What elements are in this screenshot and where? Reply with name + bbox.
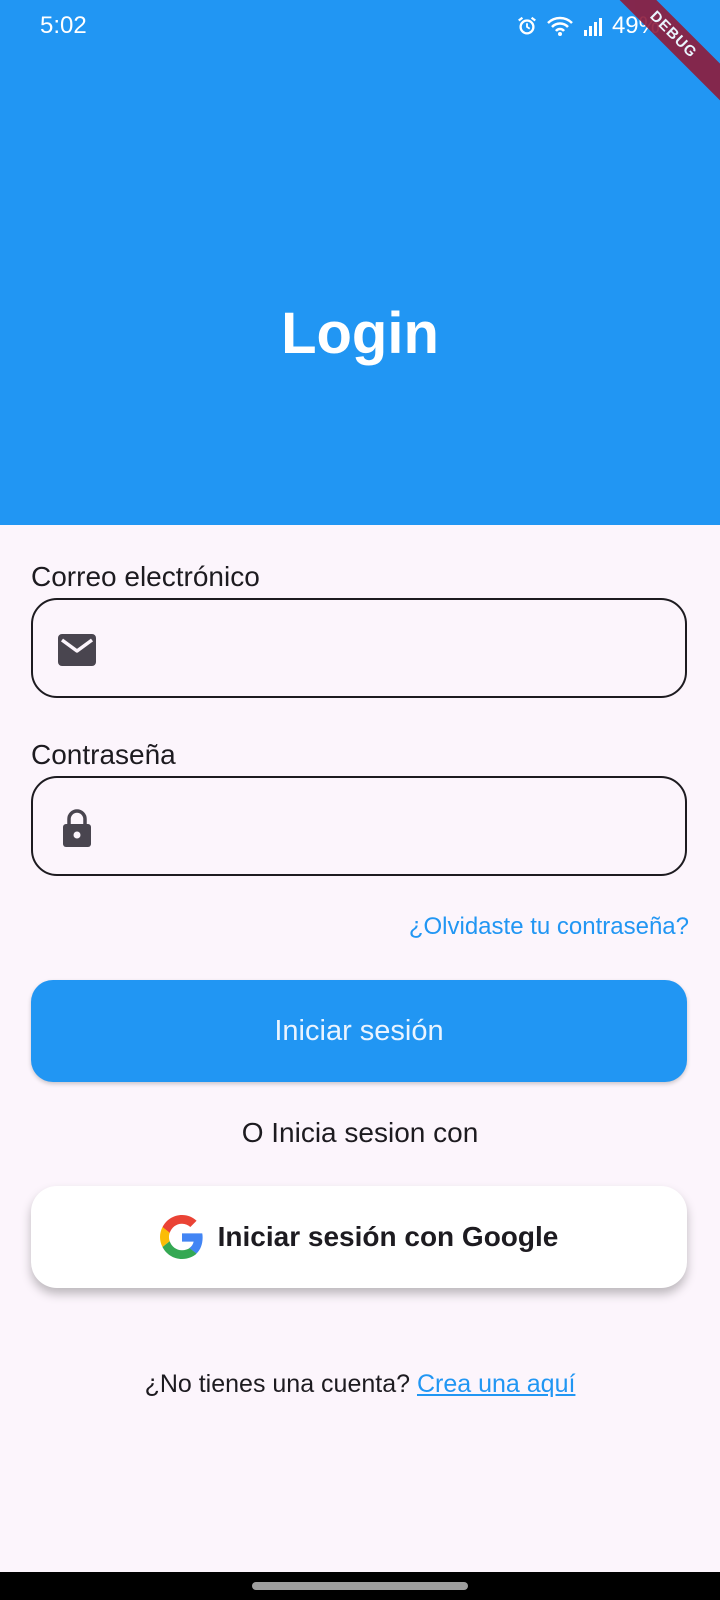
alarm-icon (518, 16, 536, 35)
divider-text: O Inicia sesion con (241, 1117, 479, 1148)
email-label: Correo electrónico (31, 561, 260, 592)
google-signin-button[interactable]: Iniciar sesión con Google (31, 1186, 687, 1288)
google-logo-icon (159, 1215, 203, 1259)
signup-link[interactable]: Crea una aquí (417, 1370, 575, 1398)
signup-prompt: ¿No tienes una cuenta? Crea una aquí (0, 1370, 720, 1399)
header: 5:02 49% Login (0, 0, 720, 525)
password-label: Contraseña (31, 739, 176, 770)
google-signin-label: Iniciar sesión con Google (217, 1221, 559, 1252)
signal-icon (583, 18, 602, 36)
signup-text: ¿No tienes una cuenta? (144, 1370, 411, 1398)
wifi-icon (547, 16, 573, 36)
login-button[interactable]: Iniciar sesión (31, 980, 687, 1082)
status-time: 5:02 (40, 12, 87, 39)
status-bar: 5:02 49% (0, 0, 720, 52)
password-field[interactable] (31, 776, 687, 876)
email-field[interactable] (31, 598, 687, 698)
home-gesture-handle[interactable] (252, 1582, 468, 1590)
mail-icon (58, 634, 96, 666)
navigation-bar (0, 1572, 720, 1600)
lock-icon (63, 809, 91, 847)
page-title: Login (281, 301, 439, 366)
forgot-password-link[interactable]: ¿Olvidaste tu contraseña? (409, 913, 689, 941)
